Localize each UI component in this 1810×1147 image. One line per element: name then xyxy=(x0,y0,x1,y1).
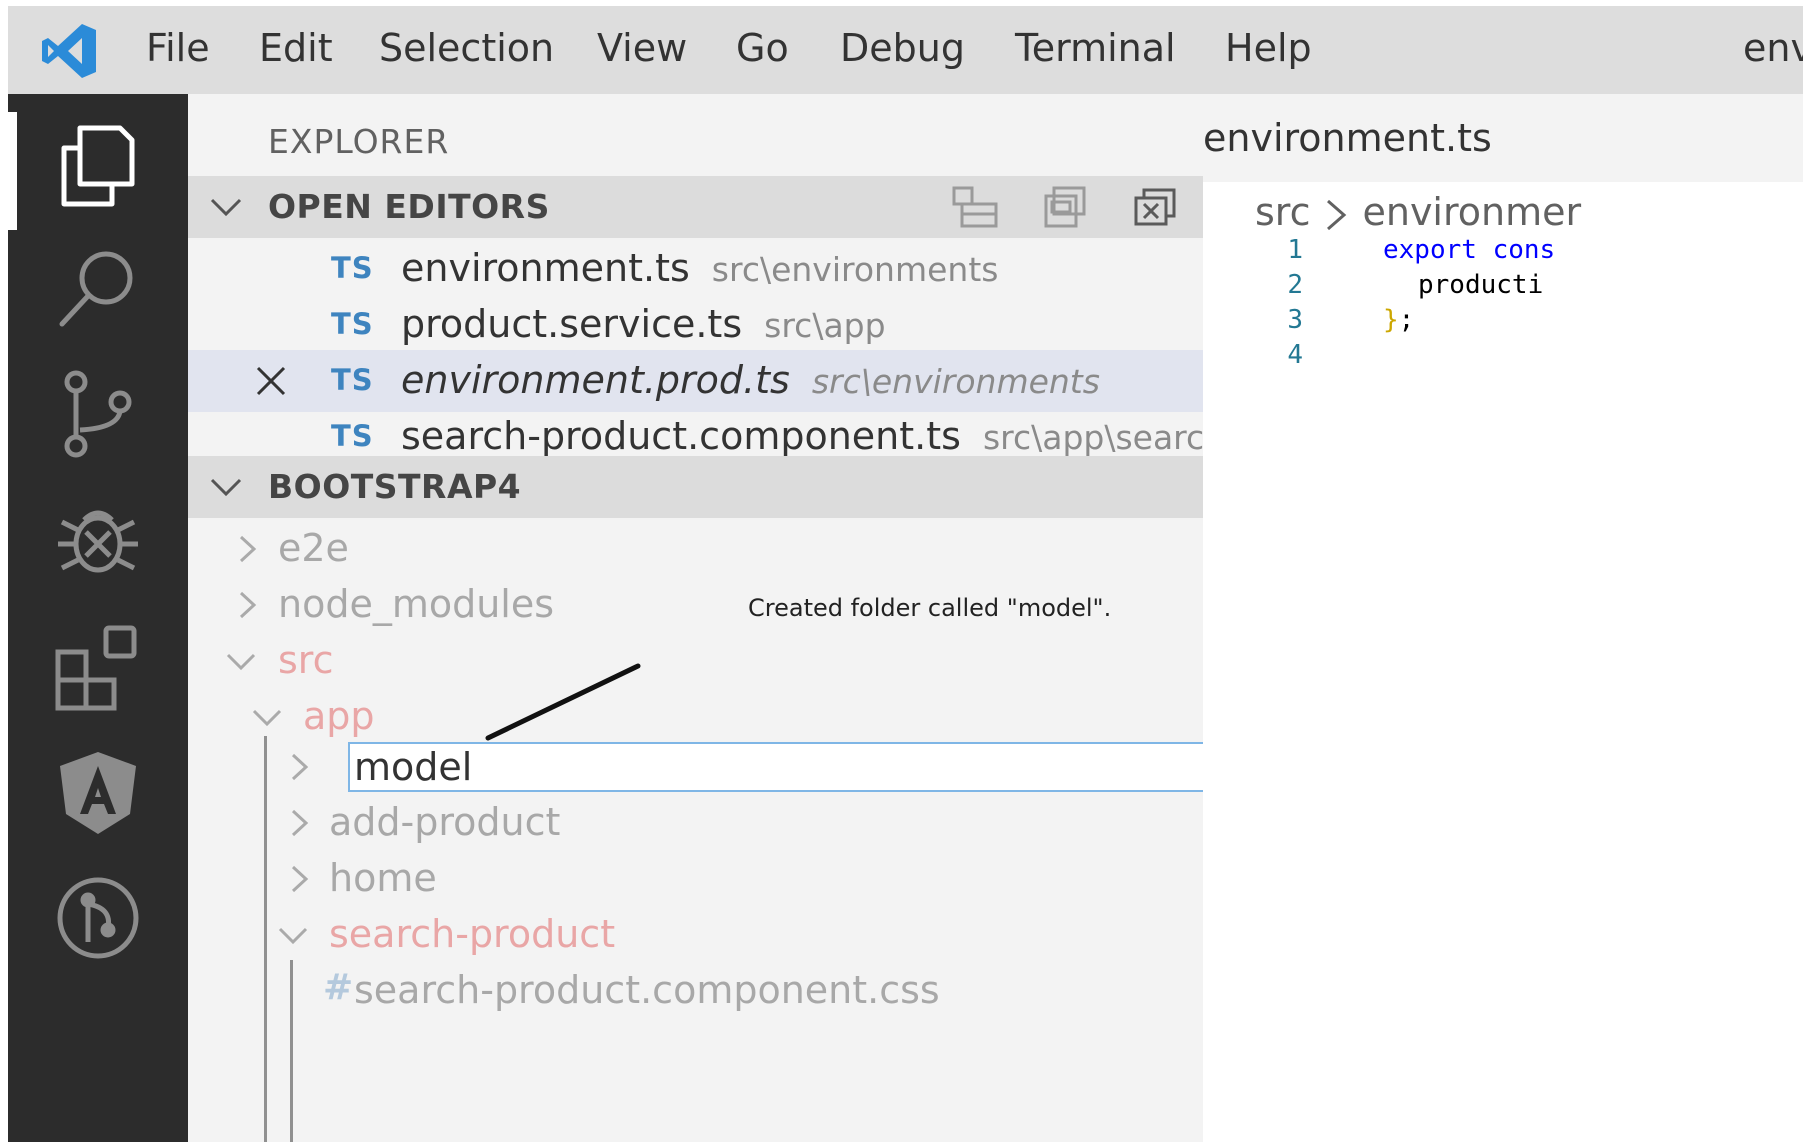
menu-selection[interactable]: Selection xyxy=(379,26,554,70)
status-notification: Created folder called "model". xyxy=(748,594,1112,622)
menu-go[interactable]: Go xyxy=(736,26,789,70)
code-keyword: cons xyxy=(1492,235,1556,265)
activity-bar xyxy=(8,94,188,1142)
open-editor-label: product.service.ts src\app xyxy=(401,300,886,350)
tree-label: node_modules xyxy=(278,582,555,626)
menu-bar: File Edit Selection View Go Debug Termin… xyxy=(8,6,1803,94)
typescript-icon: TS xyxy=(331,251,374,285)
line-number: 1 xyxy=(1287,235,1303,265)
code-brace: } xyxy=(1383,305,1399,335)
editor-pane: environment.ts src environmer 1 export co… xyxy=(1203,94,1803,1142)
file-name: product.service.ts xyxy=(401,302,743,346)
file-name: environment.prod.ts xyxy=(401,358,790,402)
chevron-right-icon xyxy=(291,753,309,781)
chevron-down-icon xyxy=(210,478,242,497)
menu-edit[interactable]: Edit xyxy=(259,26,333,70)
code-text: }; xyxy=(1383,302,1414,338)
chevron-right-icon xyxy=(239,535,257,563)
annotation-stroke xyxy=(485,663,641,741)
save-all-files-icon[interactable] xyxy=(1040,184,1090,230)
breadcrumb-item[interactable]: src xyxy=(1255,190,1310,234)
close-icon[interactable] xyxy=(254,364,288,398)
vscode-window: File Edit Selection View Go Debug Termin… xyxy=(8,6,1803,1142)
file-path: src\environments xyxy=(811,362,1100,401)
code-text: producti xyxy=(1418,270,1544,300)
editor-tab[interactable]: environment.ts xyxy=(1203,114,1492,162)
line-number: 2 xyxy=(1287,270,1303,300)
code-line[interactable]: 3 }; xyxy=(1203,302,1803,338)
breadcrumb: src environmer xyxy=(1255,188,1581,236)
typescript-icon: TS xyxy=(331,363,374,397)
open-editor-label: environment.prod.ts src\environments xyxy=(401,356,1100,406)
open-editor-label: search-product.component.ts src\app\searc… xyxy=(401,412,1268,462)
explorer-title: EXPLORER xyxy=(268,122,450,161)
chevron-down-icon xyxy=(252,709,282,727)
editor-tab-bar: environment.ts xyxy=(1203,94,1803,182)
extensions-icon[interactable] xyxy=(50,618,146,714)
menu-debug[interactable]: Debug xyxy=(840,26,965,70)
tree-label: search-product xyxy=(329,912,616,956)
chevron-down-icon xyxy=(210,198,242,217)
chevron-right-icon xyxy=(291,809,309,837)
menu-file[interactable]: File xyxy=(146,26,210,70)
angular-icon[interactable] xyxy=(50,744,146,840)
explorer-files-icon[interactable] xyxy=(50,118,146,214)
file-name: search-product.component.ts xyxy=(401,414,961,458)
code-line[interactable]: 4 xyxy=(1203,337,1803,373)
file-path: src\environments xyxy=(711,250,999,289)
tree-label: src xyxy=(278,638,334,682)
project-title: BOOTSTRAP4 xyxy=(268,467,522,506)
source-control-icon[interactable] xyxy=(50,366,146,462)
chevron-down-icon xyxy=(226,653,256,671)
chevron-right-icon xyxy=(291,865,309,893)
chevron-down-icon xyxy=(278,927,308,945)
code-punct: ; xyxy=(1398,305,1415,335)
code-keyword: export xyxy=(1383,235,1477,265)
debug-icon[interactable] xyxy=(50,492,146,588)
git-graph-icon[interactable] xyxy=(50,870,146,966)
close-all-icon[interactable] xyxy=(1130,184,1180,230)
breadcrumb-item[interactable]: environmer xyxy=(1362,190,1581,234)
open-editor-label: environment.ts src\environments xyxy=(401,244,998,294)
code-line[interactable]: 2 producti xyxy=(1203,267,1803,303)
tree-label: add-product xyxy=(329,800,561,844)
tree-label: app xyxy=(303,694,375,738)
menu-help[interactable]: Help xyxy=(1225,26,1312,70)
css-file-icon: # xyxy=(323,967,354,1008)
chevron-right-icon xyxy=(239,591,257,619)
open-editors-title: OPEN EDITORS xyxy=(268,187,550,226)
file-name: environment.ts xyxy=(401,246,690,290)
line-number: 3 xyxy=(1287,305,1303,335)
code-line[interactable]: 1 export cons xyxy=(1203,232,1803,268)
typescript-icon: TS xyxy=(331,307,374,341)
tree-label: search-product.component.css xyxy=(354,968,940,1012)
search-icon[interactable] xyxy=(50,240,146,336)
typescript-icon: TS xyxy=(331,419,374,453)
menu-view[interactable]: View xyxy=(597,26,687,70)
tree-label: e2e xyxy=(278,526,349,570)
chevron-right-icon xyxy=(1327,199,1347,230)
line-number: 4 xyxy=(1287,340,1303,370)
menu-terminal[interactable]: Terminal xyxy=(1015,26,1176,70)
file-path: src\app xyxy=(764,306,886,345)
code-text: export cons xyxy=(1383,232,1555,268)
active-view-indicator xyxy=(8,112,17,230)
vscode-logo-icon xyxy=(42,24,96,78)
window-title: env xyxy=(1743,26,1803,70)
save-all-icon[interactable] xyxy=(950,184,1000,230)
tree-label: home xyxy=(329,856,437,900)
